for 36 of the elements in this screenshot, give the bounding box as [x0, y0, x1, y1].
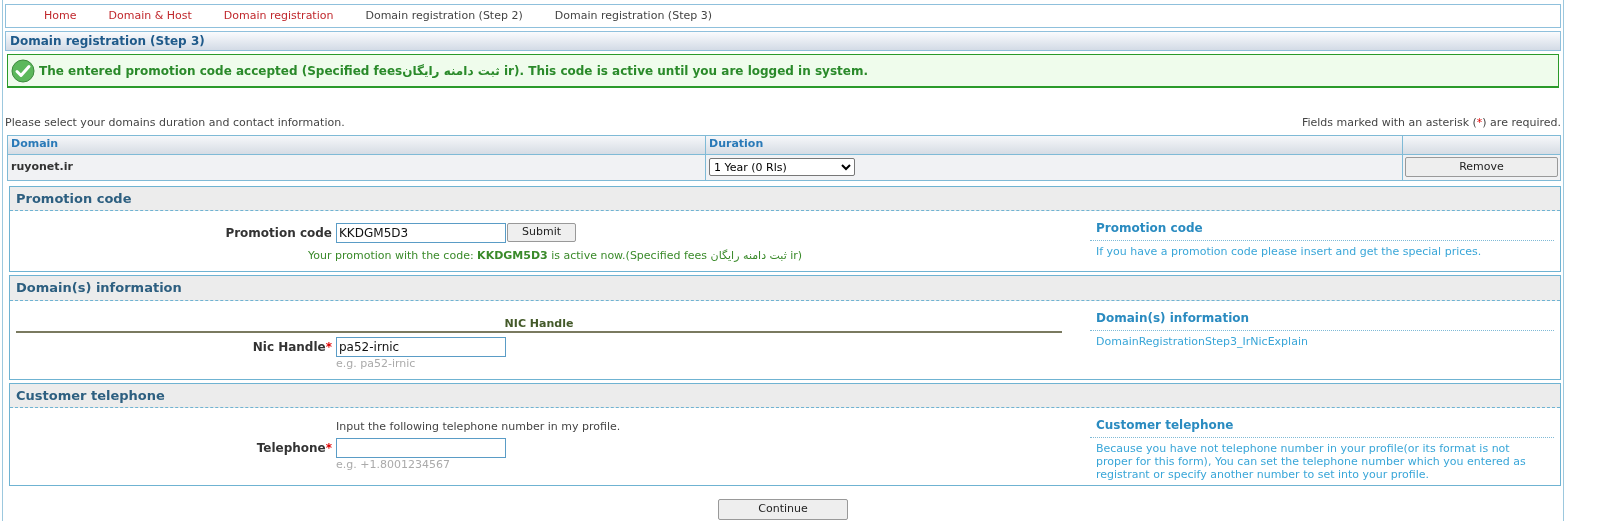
remove-button[interactable]: Remove [1405, 157, 1558, 177]
field-label: Telephone* [256, 440, 332, 457]
field-hint: e.g. +1.8001234567 [336, 458, 451, 472]
help-text: Because you have not telephone number in your profile(or its format is not proper for this form), You can set the telephone number which you entered as registrant or specify another number to set into your profile. [1095, 441, 1527, 481]
help-text: DomainRegistrationStep3_IrNicExplain [1095, 333, 1309, 348]
duration-select[interactable]: 1 Year (0 Rls) [709, 158, 855, 176]
required-note: Fields marked with an asterisk (*) are required. [1301, 115, 1561, 131]
column-header: Duration [705, 135, 1403, 154]
input-field[interactable]: pa52-irnic [336, 336, 506, 357]
breadcrumb-link[interactable]: Domain & Host [108, 7, 192, 25]
breadcrumb-link[interactable]: Home [44, 7, 77, 25]
section-title: Customer telephone [10, 383, 1560, 408]
field-note: Input the following telephone number in my profile. [336, 420, 622, 434]
check-icon [11, 58, 35, 83]
submit-button[interactable]: Submit [507, 223, 577, 242]
domain-cell: ruyonet.ir [7, 154, 706, 180]
help-title: Domain(s) information [1090, 308, 1554, 331]
input-field[interactable] [336, 438, 506, 458]
section-title: Promotion code [10, 186, 1560, 211]
help-text: If you have a promotion code please insert and get the special prices. [1095, 244, 1483, 258]
field-label: Promotion code [225, 225, 332, 242]
intro-text: Please select your domains duration and contact information. [5, 115, 345, 131]
continue-button[interactable]: Continue [718, 499, 848, 520]
help-title: Promotion code [1090, 219, 1554, 241]
success-message: The entered promotion code accepted (Specified feesثبت دامنه رایگان ir). This code is active until you are logged in system. [7, 54, 1559, 88]
field-label: Nic Handle* [252, 338, 332, 356]
subheading: NIC Handle [16, 316, 1062, 333]
field-hint: e.g. pa52-irnic [336, 356, 417, 371]
page-title: Domain registration (Step 3) [5, 31, 1561, 51]
breadcrumb-text: Domain registration (Step 3) [554, 7, 712, 24]
section-title: Domain(s) information [10, 276, 1560, 301]
help-title: Customer telephone [1090, 416, 1554, 438]
breadcrumb-text: Domain registration (Step 2) [365, 7, 523, 24]
column-header: Domain [7, 135, 706, 154]
input-field[interactable]: KKDGM5D3 [336, 223, 506, 243]
breadcrumb-link[interactable]: Domain registration [223, 7, 334, 25]
